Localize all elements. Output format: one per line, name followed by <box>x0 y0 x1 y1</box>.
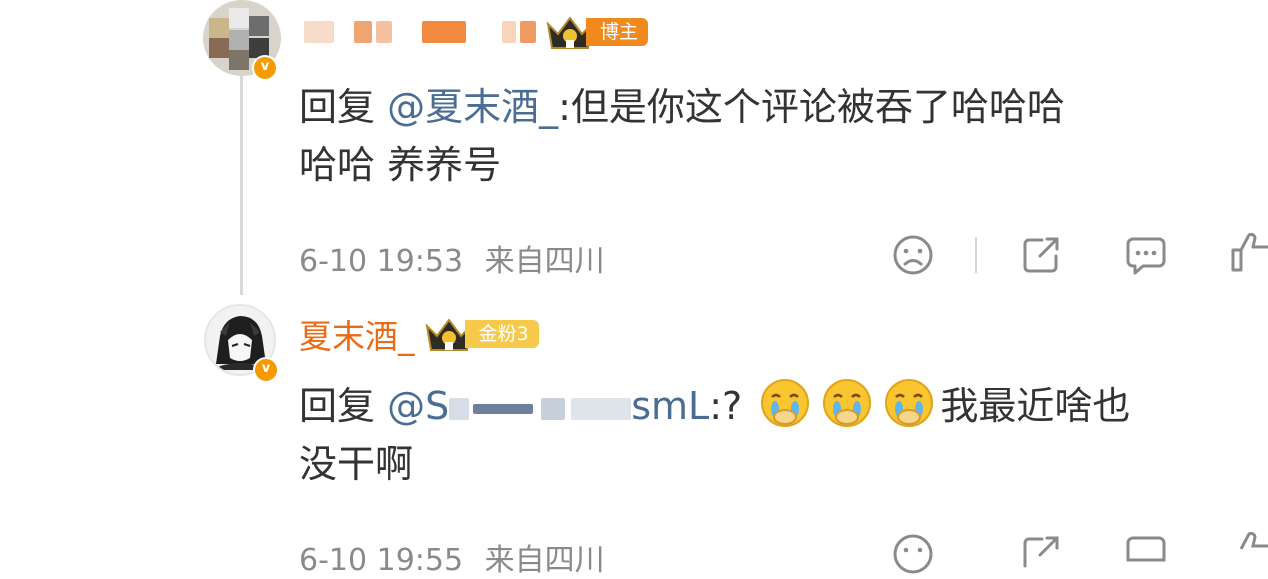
comment-location: 来自四川 <box>484 543 605 578</box>
fan-badge: 金粉3 <box>464 320 539 348</box>
verified-v-icon: v <box>253 357 279 383</box>
comment-time: 6-10 19:55 <box>299 543 464 578</box>
blurred-username <box>304 21 334 43</box>
frown-face-icon[interactable] <box>892 533 934 575</box>
username[interactable]: 夏末酒_ <box>299 310 415 358</box>
divider <box>975 237 977 273</box>
share-icon[interactable] <box>1020 533 1062 575</box>
comment-text[interactable]: 回复 @S smL:? 我最近啥也 没干啊 <box>299 377 1259 493</box>
comment-header: 夏末酒_ 金粉3 <box>299 314 539 356</box>
comment-header: 博主 <box>300 12 649 52</box>
comment-meta: 6-10 19:55 来自四川 <box>299 535 605 579</box>
blurred-text <box>449 397 470 420</box>
share-icon[interactable] <box>1020 234 1062 276</box>
comment-meta: 6-10 19:53 来自四川 <box>299 236 605 280</box>
crying-emoji-icon <box>761 379 810 427</box>
like-icon[interactable] <box>1230 531 1268 573</box>
comment-icon[interactable] <box>1125 535 1167 575</box>
crying-emoji-icon <box>885 379 934 427</box>
like-icon[interactable] <box>1230 232 1268 274</box>
verified-v-icon: v <box>252 55 278 81</box>
thread-line <box>240 70 243 295</box>
comment-location: 来自四川 <box>484 244 605 279</box>
host-badge: 博主 <box>586 18 649 46</box>
comment-text[interactable]: 回复 @夏末酒_:但是你这个评论被吞了哈哈哈 哈哈 养养号 <box>299 78 1259 194</box>
frown-face-icon[interactable] <box>892 234 934 276</box>
mention-link[interactable]: @夏末酒_ <box>387 85 558 129</box>
comment-icon[interactable] <box>1125 236 1167 276</box>
comment-time: 6-10 19:53 <box>299 244 464 279</box>
crying-emoji-icon <box>823 379 872 427</box>
mention-link[interactable]: @S smL <box>387 384 709 428</box>
